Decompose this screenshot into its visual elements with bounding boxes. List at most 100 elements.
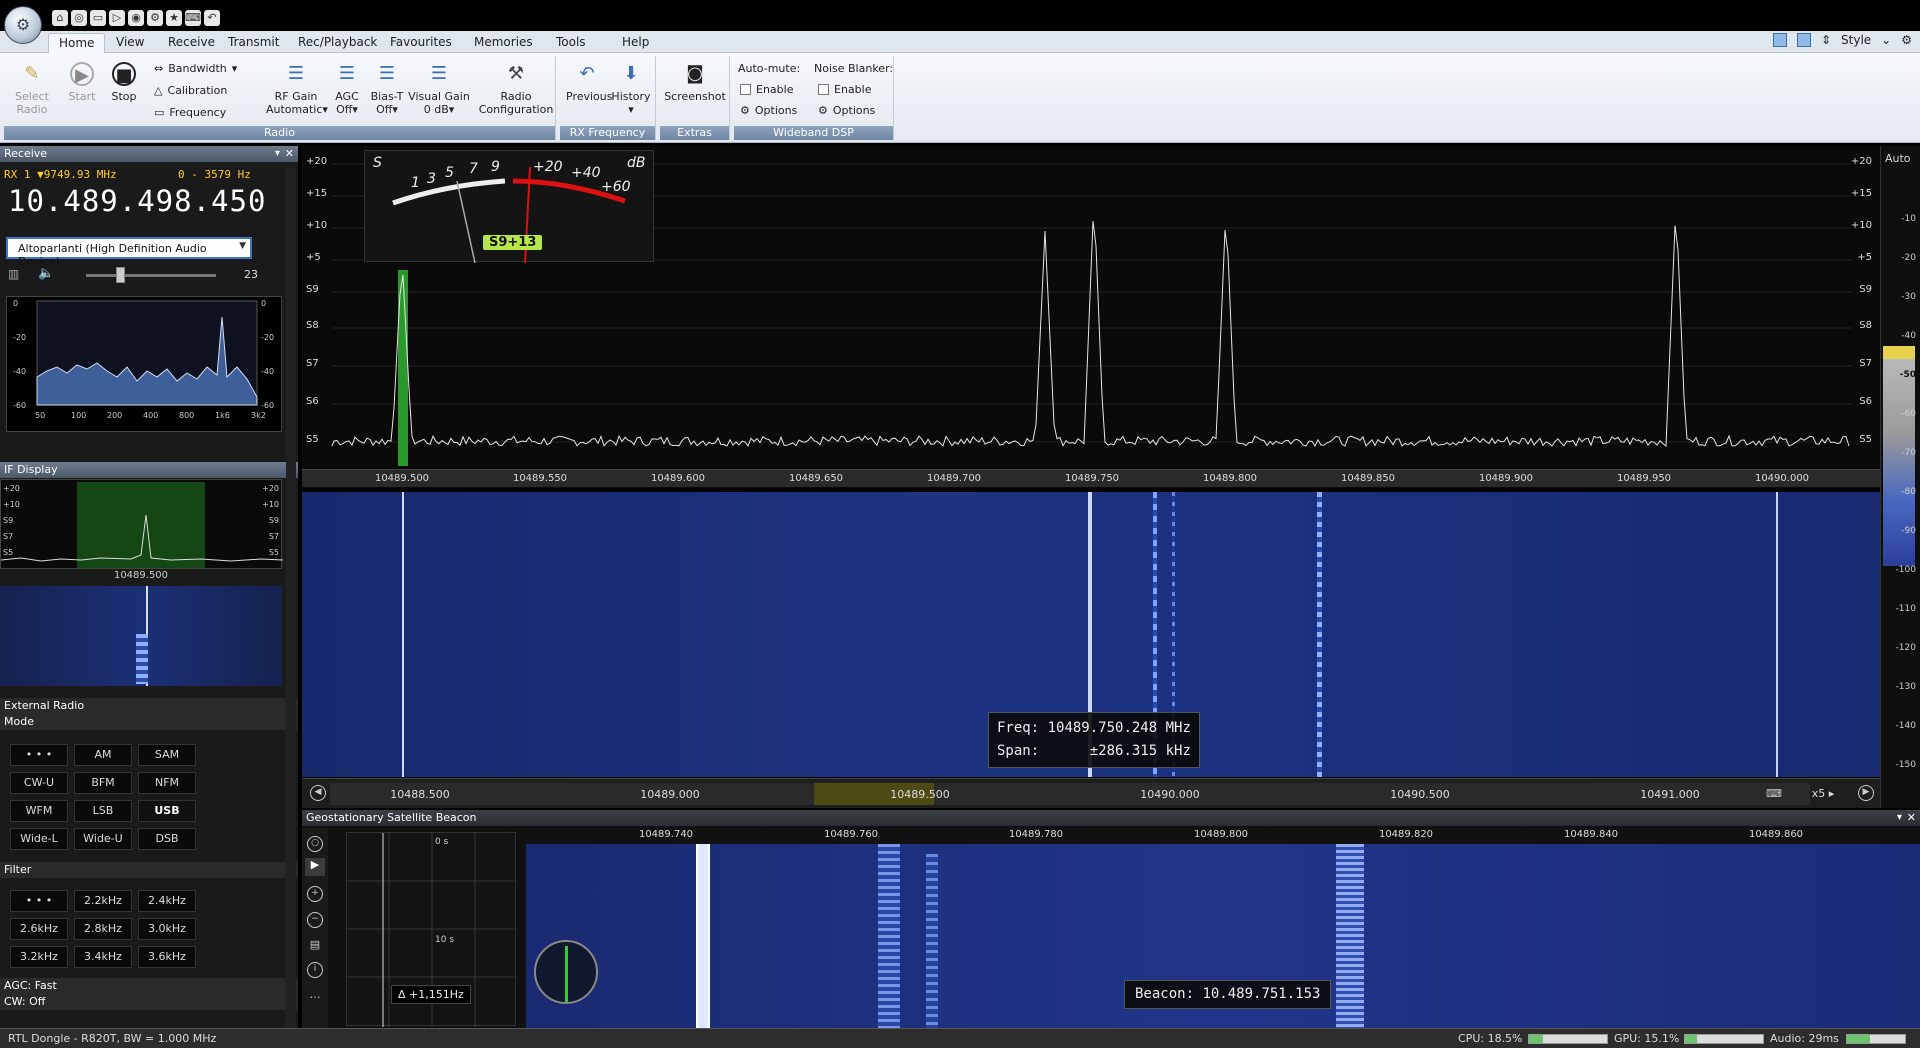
mode-button-cw-u[interactable]: CW-U	[10, 772, 68, 794]
save-icon[interactable]: ▤	[307, 938, 323, 952]
tab-help[interactable]: Help	[612, 33, 659, 53]
previous-button[interactable]: ↶ Previous	[566, 62, 613, 103]
tab-transmit[interactable]: Transmit	[218, 33, 289, 53]
frequency-button[interactable]: ▭ Frequency	[154, 106, 226, 119]
tab-view[interactable]: View	[106, 33, 154, 53]
filter-button[interactable]: 3.2kHz	[10, 946, 68, 968]
external-radio-header[interactable]: External Radio▾	[0, 698, 298, 714]
keyboard-icon[interactable]: ⌨	[1762, 783, 1786, 805]
mode-button-wfm[interactable]: WFM	[10, 800, 68, 822]
close-icon[interactable]: ✕	[1907, 810, 1916, 826]
filter-button[interactable]: 2.6kHz	[10, 918, 68, 940]
zoom-select[interactable]: x5 ▸	[1800, 783, 1846, 805]
quick-access-button[interactable]: ◎	[71, 10, 87, 26]
volume-slider-track[interactable]	[86, 274, 216, 277]
filter-button[interactable]: 2.8kHz	[74, 918, 132, 940]
if-waterfall[interactable]	[0, 586, 282, 686]
screenshot-button[interactable]: ◙ Screenshot	[662, 62, 728, 103]
beacon-waterfall[interactable]: Beacon: 10.489.751.153	[526, 844, 1920, 1028]
history-button[interactable]: ⬇ History ▾	[610, 62, 652, 116]
gear-icon[interactable]: ⚙	[1901, 33, 1912, 47]
filter-button[interactable]: 3.6kHz	[138, 946, 196, 968]
filter-header[interactable]: Filter▴	[0, 862, 298, 878]
mode-button-wide-u[interactable]: Wide-U	[74, 828, 132, 850]
more-icon[interactable]: …	[307, 988, 323, 1002]
auto-mute-enable[interactable]: Enable	[740, 83, 793, 96]
speaker-icon[interactable]: 🔈	[38, 266, 54, 281]
mode-button-bfm[interactable]: BFM	[74, 772, 132, 794]
cw-header[interactable]: CW: Off▴	[0, 994, 298, 1010]
scroll-left-icon[interactable]: ◀	[310, 785, 326, 801]
quick-access-button[interactable]: ★	[166, 10, 182, 26]
frequency-overview-bar[interactable]: ◀ 10488.500 10489.000 10489.500 10490.000 10…	[302, 778, 1880, 808]
filter-button[interactable]: • • •	[10, 890, 68, 912]
beacon-panel-header[interactable]: Geostationary Satellite Beacon ▾ ✕	[302, 810, 1920, 826]
mode-button-wide-l[interactable]: Wide-L	[10, 828, 68, 850]
window-icon[interactable]	[1796, 33, 1811, 47]
tab-receive[interactable]: Receive	[158, 33, 225, 53]
mode-header[interactable]: Mode▴	[0, 714, 298, 730]
rf-gain-button[interactable]: ☰ RF Gain Automatic▾	[266, 62, 328, 116]
tab-favourites[interactable]: Favourites	[380, 33, 462, 53]
mode-button------[interactable]: • • •	[10, 744, 68, 766]
tab-tools[interactable]: Tools	[546, 33, 596, 53]
auto-level-button[interactable]: Auto	[1885, 152, 1911, 165]
equalizer-icon[interactable]: ▥	[8, 267, 19, 281]
quick-access-button[interactable]: ▭	[90, 10, 106, 26]
calibration-button[interactable]: △ Calibration	[154, 84, 227, 97]
chevron-down-icon[interactable]: ▾	[275, 146, 280, 162]
volume-slider-knob[interactable]	[116, 267, 125, 283]
bandwidth-button[interactable]: ⇔ Bandwidth ▾	[154, 62, 237, 75]
noise-blanker-options[interactable]: ⚙ Options	[818, 104, 875, 117]
record-icon[interactable]: ○	[307, 836, 323, 852]
mode-button-usb[interactable]: USB	[138, 800, 196, 822]
mode-button-dsb[interactable]: DSB	[138, 828, 196, 850]
quick-access-button[interactable]: ⌨	[185, 10, 201, 26]
auto-mute-checkbox[interactable]	[740, 84, 751, 95]
play-icon[interactable]: ▶	[305, 858, 325, 876]
scroll-right-icon[interactable]: ▶	[1858, 785, 1874, 801]
tab-home[interactable]: Home	[48, 33, 106, 53]
left-panel-scrollbar[interactable]	[286, 168, 296, 1028]
drift-plot[interactable]: 0 s 10 s Δ +1,151Hz	[346, 832, 517, 1027]
if-display-spectrum[interactable]: +20 +10 S9 S7 S5 +20 +10 S9 S7 S5	[0, 479, 284, 569]
mode-button-lsb[interactable]: LSB	[74, 800, 132, 822]
overview-track[interactable]	[330, 783, 1810, 805]
filter-button[interactable]: 2.2kHz	[74, 890, 132, 912]
info-icon[interactable]: i	[307, 962, 323, 978]
mode-button-nfm[interactable]: NFM	[138, 772, 196, 794]
bias-t-button[interactable]: ☰ Bias-T Off▾	[368, 62, 406, 116]
stop-button[interactable]: ■ Stop	[104, 62, 144, 103]
quick-access-button[interactable]: ◉	[128, 10, 144, 26]
style-menu[interactable]: Style	[1841, 33, 1871, 47]
quick-access-button[interactable]: ▷	[109, 10, 125, 26]
style-chevron-icon[interactable]: ⌄	[1881, 33, 1891, 47]
level-scale[interactable]: Auto -10 -20 -30 -40 -50 -60 -70 -80 -90 -100 -110…	[1880, 146, 1920, 808]
if-display-header[interactable]: IF Display▴	[0, 462, 298, 478]
updown-icon[interactable]: ⇕	[1821, 33, 1831, 47]
mode-button-am[interactable]: AM	[74, 744, 132, 766]
noise-blanker-enable[interactable]: Enable	[818, 83, 871, 96]
zoom-in-icon[interactable]: +	[307, 886, 323, 902]
tab-memories[interactable]: Memories	[464, 33, 543, 53]
agc-button[interactable]: ☰ AGC Off▾	[330, 62, 364, 116]
radio-configuration-button[interactable]: ⚒ Radio Configuration	[478, 62, 554, 116]
rx-frequency-display[interactable]: 10.489.498.450	[8, 184, 266, 218]
close-icon[interactable]: ✕	[285, 146, 294, 162]
receive-panel-header[interactable]: Receive ▾ ✕	[0, 146, 298, 162]
zoom-out-icon[interactable]: −	[307, 912, 323, 928]
audio-device-select[interactable]: Altoparlanti (High Definition Audio Devi…	[6, 237, 252, 268]
filter-button[interactable]: 3.4kHz	[74, 946, 132, 968]
select-radio-button[interactable]: ✎ Select Radio	[10, 62, 54, 116]
mode-button-sam[interactable]: SAM	[138, 744, 196, 766]
start-button[interactable]: ▶ Start	[62, 62, 102, 103]
noise-blanker-checkbox[interactable]	[818, 84, 829, 95]
auto-mute-options[interactable]: ⚙ Options	[740, 104, 797, 117]
spectrum-frequency-axis[interactable]: 10489.500 10489.550 10489.600 10489.650 1048…	[302, 469, 1880, 487]
quick-access-button[interactable]: ⚙	[147, 10, 163, 26]
chevron-down-icon[interactable]: ▾	[1897, 810, 1902, 826]
waterfall[interactable]: Freq: 10489.750.248 MHz Span: ±286.315 k…	[302, 492, 1880, 777]
layout-icon[interactable]	[1772, 33, 1787, 47]
filter-button[interactable]: 2.4kHz	[138, 890, 196, 912]
quick-access-button[interactable]: ↶	[204, 10, 220, 26]
